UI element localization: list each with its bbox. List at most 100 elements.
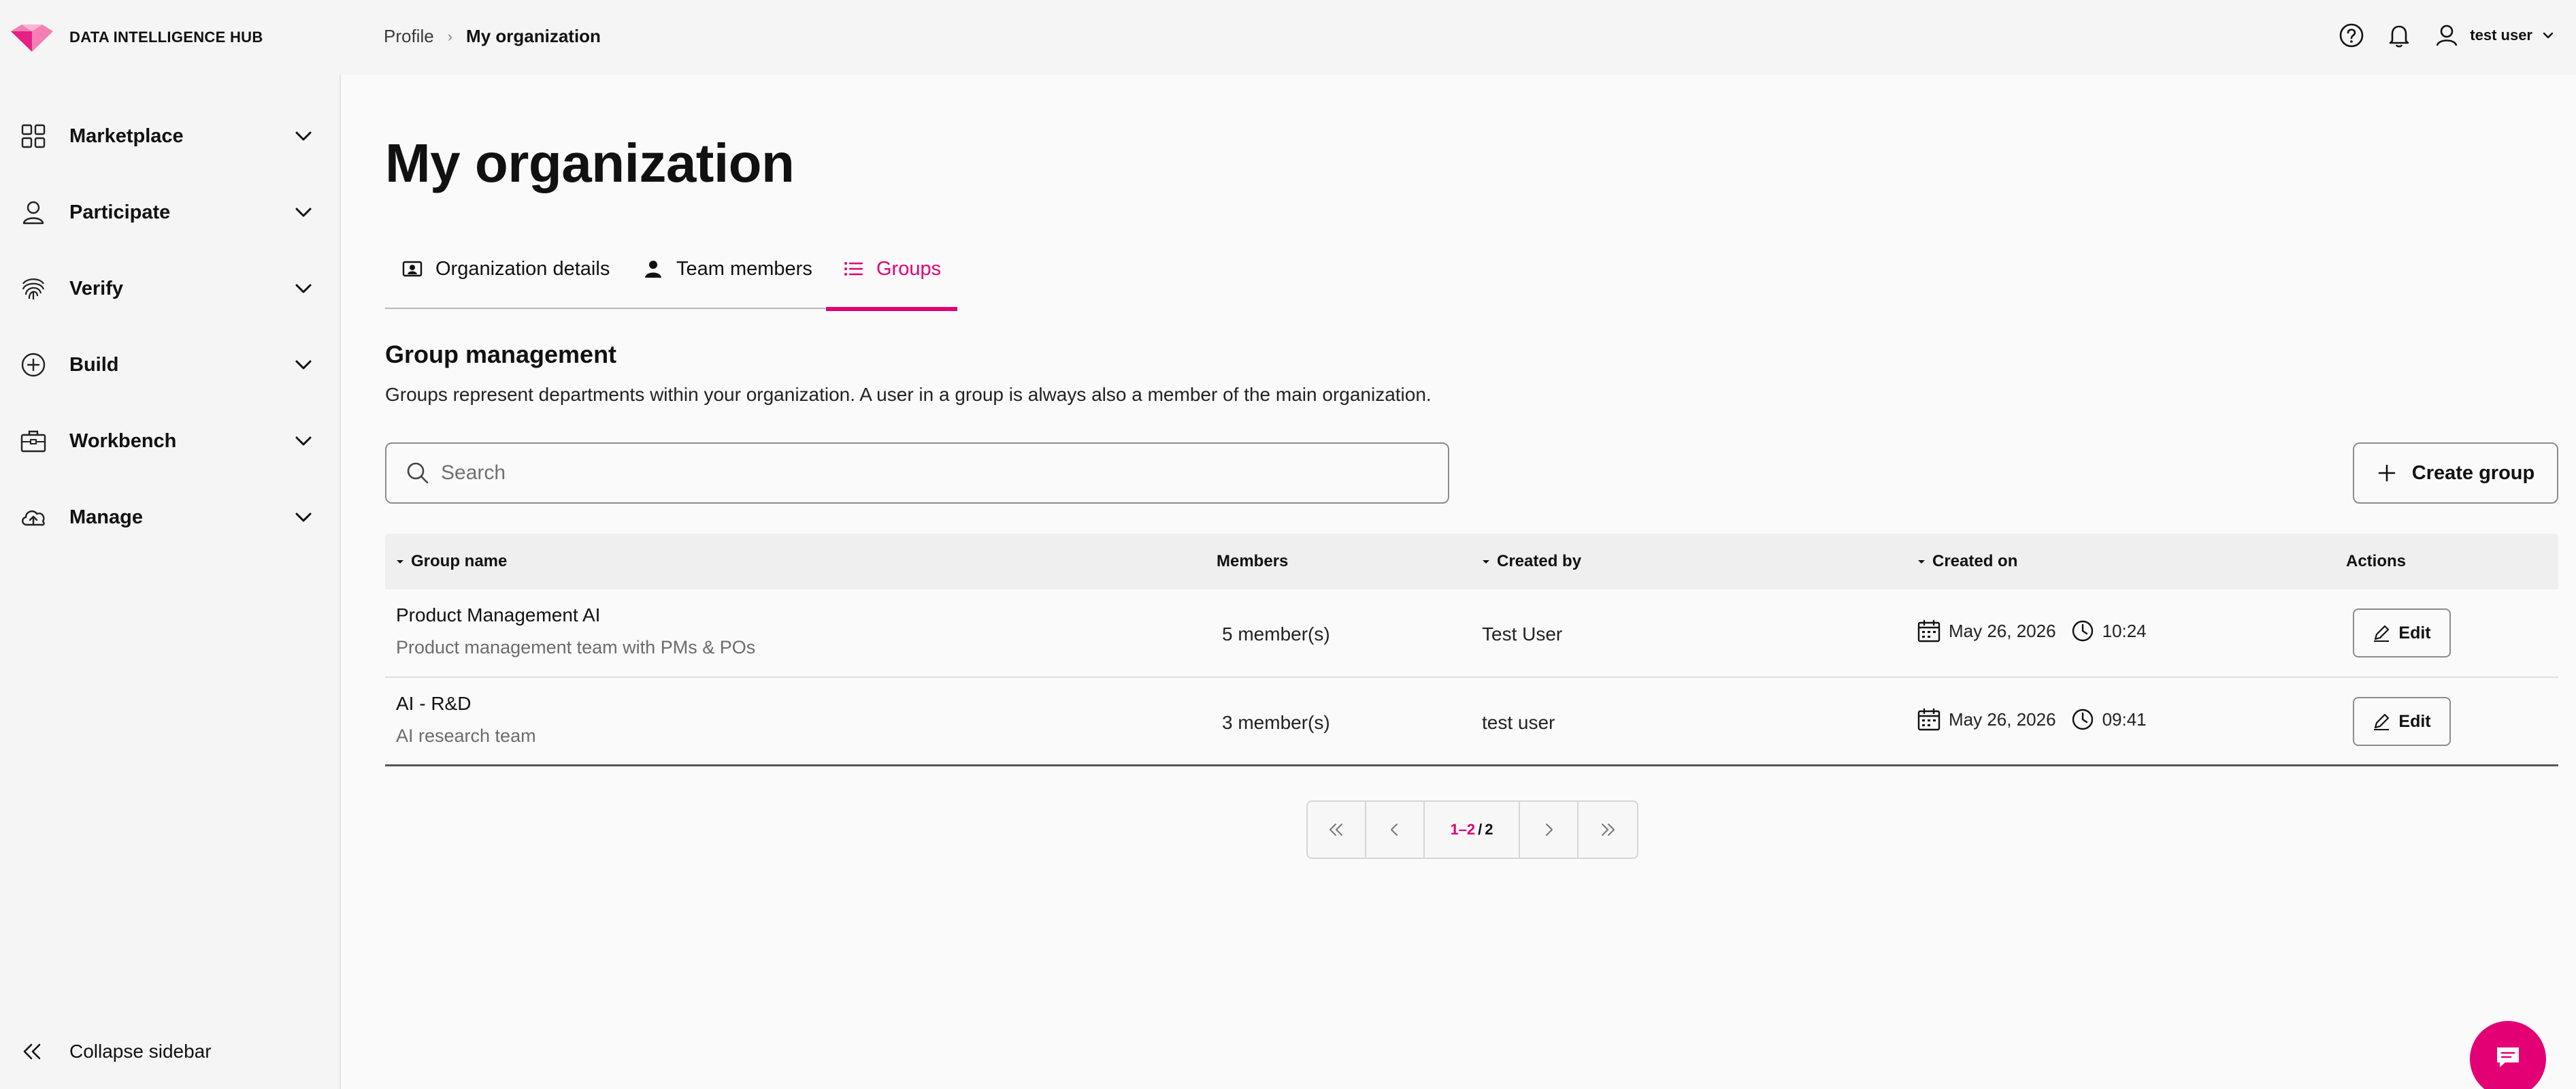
group-created-on: May 26, 2026 10:24: [1916, 618, 2147, 644]
last-page-button[interactable]: [1579, 802, 1637, 858]
group-description: AI research team: [396, 726, 536, 746]
edit-button[interactable]: Edit: [2353, 608, 2451, 657]
group-created-on: May 26, 2026 09:41: [1916, 706, 2147, 732]
sidebar-item-label: Manage: [69, 506, 143, 528]
tab-label: Groups: [876, 257, 942, 280]
active-tab-indicator: [826, 307, 958, 311]
table-row: Product Management AI Product management…: [385, 589, 2558, 678]
calendar-icon: [1917, 708, 1941, 731]
group-description: Product management team with PMs & POs: [396, 637, 756, 657]
toolbox-icon: [20, 430, 46, 453]
top-actions: test user: [2317, 22, 2556, 49]
person-icon: [645, 261, 661, 278]
chevron-down-icon: [295, 131, 312, 141]
group-name: AI - R&D: [396, 693, 472, 714]
table-row: AI - R&D AI research team 3 member(s) te…: [385, 678, 2558, 766]
chevron-down-icon: [295, 284, 312, 293]
sidebar-item-label: Build: [69, 353, 119, 376]
double-chevron-left-icon: [1330, 824, 1342, 836]
create-group-button[interactable]: Create group: [2353, 442, 2558, 504]
chevron-down-icon: [295, 208, 312, 217]
chevron-down-icon: [295, 513, 312, 522]
group-name: Product Management AI: [396, 604, 601, 625]
tab-label: Organization details: [435, 257, 610, 280]
sort-caret-icon: [1918, 560, 1925, 564]
column-label: Created on: [1932, 552, 2018, 570]
top-bar: DATA INTELLIGENCE HUB Profile › My organ…: [0, 0, 2576, 75]
page-total: 2: [1485, 821, 1493, 838]
group-created-by: test user: [1482, 712, 1555, 733]
search-icon: [407, 462, 429, 484]
double-chevron-left-icon: [23, 1043, 41, 1060]
tab-label: Team members: [676, 257, 812, 280]
fingerprint-icon: [22, 278, 45, 299]
brand-logo-icon: [11, 25, 53, 52]
brand[interactable]: DATA INTELLIGENCE HUB: [10, 22, 263, 53]
sidebar-item-workbench[interactable]: Workbench: [0, 414, 340, 468]
sidebar-item-marketplace[interactable]: Marketplace: [0, 109, 340, 163]
column-label: Group name: [411, 552, 508, 570]
created-date: May 26, 2026: [1949, 620, 2056, 641]
sort-caret-icon: [397, 560, 403, 564]
sidebar-item-label: Participate: [69, 201, 171, 223]
chevron-right-icon: [1546, 824, 1553, 836]
section-title: Group management: [385, 340, 617, 368]
column-label: Actions: [2346, 552, 2407, 570]
search-box: [385, 442, 1449, 504]
tab-team-members[interactable]: Team members: [642, 229, 812, 309]
column-actions: Actions: [2346, 534, 2406, 589]
column-label: Members: [1217, 552, 1289, 570]
id-card-icon: [402, 261, 423, 277]
tab-organization-details[interactable]: Organization details: [401, 229, 610, 309]
chat-icon: [2497, 1047, 2519, 1067]
page-separator: /: [1478, 821, 1483, 838]
list-icon: [844, 262, 863, 276]
sidebar-item-manage[interactable]: Manage: [0, 490, 340, 544]
column-created-on[interactable]: Created on: [1916, 534, 2017, 589]
chat-button[interactable]: [2470, 1021, 2546, 1089]
search-input[interactable]: [441, 453, 1434, 493]
sidebar-item-verify[interactable]: Verify: [0, 261, 340, 316]
first-page-button[interactable]: [1308, 802, 1366, 858]
column-members: Members: [1217, 534, 1288, 589]
plus-icon: [2378, 464, 2396, 482]
page-title: My organization: [385, 133, 795, 193]
page-range: 1–2: [1450, 821, 1476, 838]
collapse-sidebar-button[interactable]: Collapse sidebar: [0, 1021, 340, 1082]
created-date: May 26, 2026: [1949, 709, 2056, 730]
brand-name: DATA INTELLIGENCE HUB: [69, 29, 263, 46]
breadcrumb: Profile › My organization: [384, 26, 601, 47]
section-description: Groups represent departments within your…: [385, 384, 1432, 405]
grid-icon: [21, 124, 46, 148]
page-indicator: 1–2 / 2: [1425, 802, 1520, 858]
cloud-upload-icon: [22, 510, 45, 526]
double-chevron-right-icon: [1602, 824, 1615, 836]
main-content: My organization Organization details Tea…: [342, 75, 2576, 1089]
person-icon: [22, 201, 44, 225]
user-name: test user: [2470, 27, 2532, 44]
group-members: 5 member(s): [1222, 623, 1330, 645]
user-menu[interactable]: test user: [2433, 22, 2556, 49]
column-created-by[interactable]: Created by: [1481, 534, 1581, 589]
column-group-name[interactable]: Group name: [395, 534, 507, 589]
edit-button[interactable]: Edit: [2353, 697, 2451, 746]
next-page-button[interactable]: [1520, 802, 1579, 858]
bell-icon[interactable]: [2385, 22, 2413, 49]
sidebar-item-build[interactable]: Build: [0, 338, 340, 392]
previous-page-button[interactable]: [1366, 802, 1425, 858]
breadcrumb-current: My organization: [466, 26, 601, 46]
created-time: 10:24: [2102, 620, 2147, 641]
breadcrumb-profile[interactable]: Profile: [384, 26, 434, 47]
create-group-label: Create group: [2411, 461, 2535, 484]
pencil-icon: [2374, 625, 2390, 642]
sidebar-item-participate[interactable]: Participate: [0, 185, 340, 240]
chevron-down-icon: [2543, 32, 2554, 39]
chevron-down-icon: [295, 436, 312, 446]
table-header: Group name Members Created by Created on…: [385, 534, 2558, 589]
breadcrumb-separator: ›: [447, 27, 453, 45]
calendar-icon: [1917, 619, 1941, 643]
pagination: 1–2 / 2: [1306, 800, 1638, 859]
help-icon[interactable]: [2338, 22, 2365, 49]
tab-groups[interactable]: Groups: [826, 229, 958, 311]
tab-bar: Organization details Team members Groups: [385, 229, 958, 311]
